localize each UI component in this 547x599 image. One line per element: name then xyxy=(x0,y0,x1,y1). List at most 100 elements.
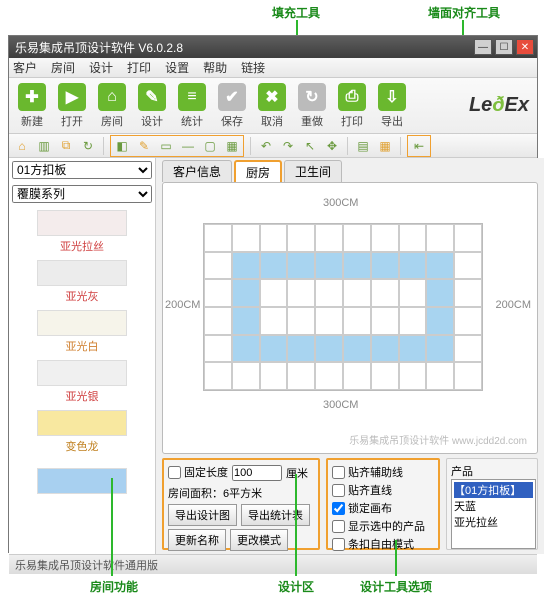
design-option-checkbox[interactable] xyxy=(332,538,345,551)
grid-cell[interactable] xyxy=(204,307,232,335)
category-select-2[interactable]: 覆膜系列 xyxy=(12,185,152,203)
square-icon[interactable]: ▢ xyxy=(201,137,219,155)
grid-cell[interactable] xyxy=(260,252,288,280)
grid-cell[interactable] xyxy=(315,335,343,363)
grid-cell[interactable] xyxy=(232,252,260,280)
tab-厨房[interactable]: 厨房 xyxy=(234,160,282,182)
grid-cell[interactable] xyxy=(204,279,232,307)
grid-cell[interactable] xyxy=(399,335,427,363)
grid-cell[interactable] xyxy=(343,224,371,252)
toolbar-新建[interactable]: ✚新建 xyxy=(13,81,51,131)
menu-item[interactable]: 打印 xyxy=(127,59,151,76)
grid-cell[interactable] xyxy=(371,224,399,252)
grid-cell[interactable] xyxy=(426,252,454,280)
grid-cell[interactable] xyxy=(232,362,260,390)
minimize-button[interactable]: — xyxy=(474,39,492,55)
grid-cell[interactable] xyxy=(232,224,260,252)
grid-cell[interactable] xyxy=(315,362,343,390)
export-design-button[interactable]: 导出设计图 xyxy=(168,504,237,526)
product-item[interactable]: 天蓝 xyxy=(454,498,533,514)
grid-cell[interactable] xyxy=(371,362,399,390)
grid-cell[interactable] xyxy=(260,362,288,390)
menu-item[interactable]: 链接 xyxy=(241,59,265,76)
material-item[interactable] xyxy=(13,460,151,504)
grid-cell[interactable] xyxy=(399,252,427,280)
grid-cell[interactable] xyxy=(454,307,482,335)
refresh-icon[interactable]: ↻ xyxy=(79,137,97,155)
grid-cell[interactable] xyxy=(232,307,260,335)
close-button[interactable]: ✕ xyxy=(516,39,534,55)
grid-cell[interactable] xyxy=(287,362,315,390)
design-option[interactable]: 贴齐辅助线 xyxy=(332,464,434,480)
grid-cell[interactable] xyxy=(287,307,315,335)
product-item[interactable]: 【01方扣板】 xyxy=(454,482,533,498)
design-option[interactable]: 条扣自由模式 xyxy=(332,536,434,552)
maximize-button[interactable]: ☐ xyxy=(495,39,513,55)
menu-item[interactable]: 设置 xyxy=(165,59,189,76)
rename-button[interactable]: 更新名称 xyxy=(168,529,226,551)
copy-icon[interactable]: ⧉ xyxy=(57,137,75,155)
material-item[interactable]: 亚光白 xyxy=(13,310,151,354)
design-option[interactable]: 显示选中的产品 xyxy=(332,518,434,534)
marker-icon[interactable]: ✎ xyxy=(135,137,153,155)
design-option-checkbox[interactable] xyxy=(332,520,345,533)
grid-cell[interactable] xyxy=(454,335,482,363)
grid-cell[interactable] xyxy=(204,252,232,280)
grid-cell[interactable] xyxy=(454,279,482,307)
toolbar-房间[interactable]: ⌂房间 xyxy=(93,81,131,131)
fixed-length-input[interactable] xyxy=(232,465,282,481)
grid-cell[interactable] xyxy=(204,224,232,252)
grid-cell[interactable] xyxy=(343,307,371,335)
export-stats-button[interactable]: 导出统计表 xyxy=(241,504,310,526)
material-item[interactable]: 亚光灰 xyxy=(13,260,151,304)
toolbar-打印[interactable]: ⎙打印 xyxy=(333,81,371,131)
grid-cell[interactable] xyxy=(287,335,315,363)
grid-cell[interactable] xyxy=(287,252,315,280)
change-mode-button[interactable]: 更改模式 xyxy=(230,529,288,551)
grid-cell[interactable] xyxy=(315,224,343,252)
menu-item[interactable]: 房间 xyxy=(51,59,75,76)
grid-cell[interactable] xyxy=(454,252,482,280)
grid-cell[interactable] xyxy=(426,224,454,252)
eraser-icon[interactable]: ◧ xyxy=(113,137,131,155)
grid-cell[interactable] xyxy=(343,335,371,363)
home-icon[interactable]: ⌂ xyxy=(13,137,31,155)
grid-cell[interactable] xyxy=(260,307,288,335)
category-select-1[interactable]: 01方扣板 xyxy=(12,161,152,179)
grid-cell[interactable] xyxy=(343,252,371,280)
rotate-right-icon[interactable]: ↷ xyxy=(279,137,297,155)
grid-cell[interactable] xyxy=(315,252,343,280)
move-icon[interactable]: ✥ xyxy=(323,137,341,155)
toolbar-重做[interactable]: ↻重做 xyxy=(293,81,331,131)
material-item[interactable]: 亚光拉丝 xyxy=(13,210,151,254)
minus-icon[interactable]: — xyxy=(179,137,197,155)
design-option-checkbox[interactable] xyxy=(332,502,345,515)
rotate-left-icon[interactable]: ↶ xyxy=(257,137,275,155)
fill-icon[interactable]: ▦ xyxy=(223,137,241,155)
product-item[interactable]: 亚光拉丝 xyxy=(454,514,533,530)
grid-cell[interactable] xyxy=(204,362,232,390)
layer-icon[interactable]: ▤ xyxy=(354,137,372,155)
grid-icon[interactable]: ▦ xyxy=(376,137,394,155)
grid-cell[interactable] xyxy=(260,279,288,307)
grid-cell[interactable] xyxy=(399,362,427,390)
grid-cell[interactable] xyxy=(399,307,427,335)
menu-item[interactable]: 客户 xyxy=(13,59,37,76)
grid-cell[interactable] xyxy=(371,252,399,280)
grid-cell[interactable] xyxy=(426,335,454,363)
grid-cell[interactable] xyxy=(232,279,260,307)
align-icon[interactable]: ⇤ xyxy=(410,137,428,155)
grid-cell[interactable] xyxy=(204,335,232,363)
grid-cell[interactable] xyxy=(343,362,371,390)
grid-cell[interactable] xyxy=(287,279,315,307)
material-item[interactable]: 变色龙 xyxy=(13,410,151,454)
design-canvas[interactable]: 300CM 300CM 200CM 200CM 乐易集成吊顶设计软件 www.j… xyxy=(162,182,538,454)
grid-cell[interactable] xyxy=(371,335,399,363)
design-option-checkbox[interactable] xyxy=(332,484,345,497)
material-item[interactable]: 亚光银 xyxy=(13,360,151,404)
grid-cell[interactable] xyxy=(426,279,454,307)
toolbar-导出[interactable]: ⇩导出 xyxy=(373,81,411,131)
grid-cell[interactable] xyxy=(232,335,260,363)
grid-cell[interactable] xyxy=(399,279,427,307)
grid-cell[interactable] xyxy=(260,224,288,252)
